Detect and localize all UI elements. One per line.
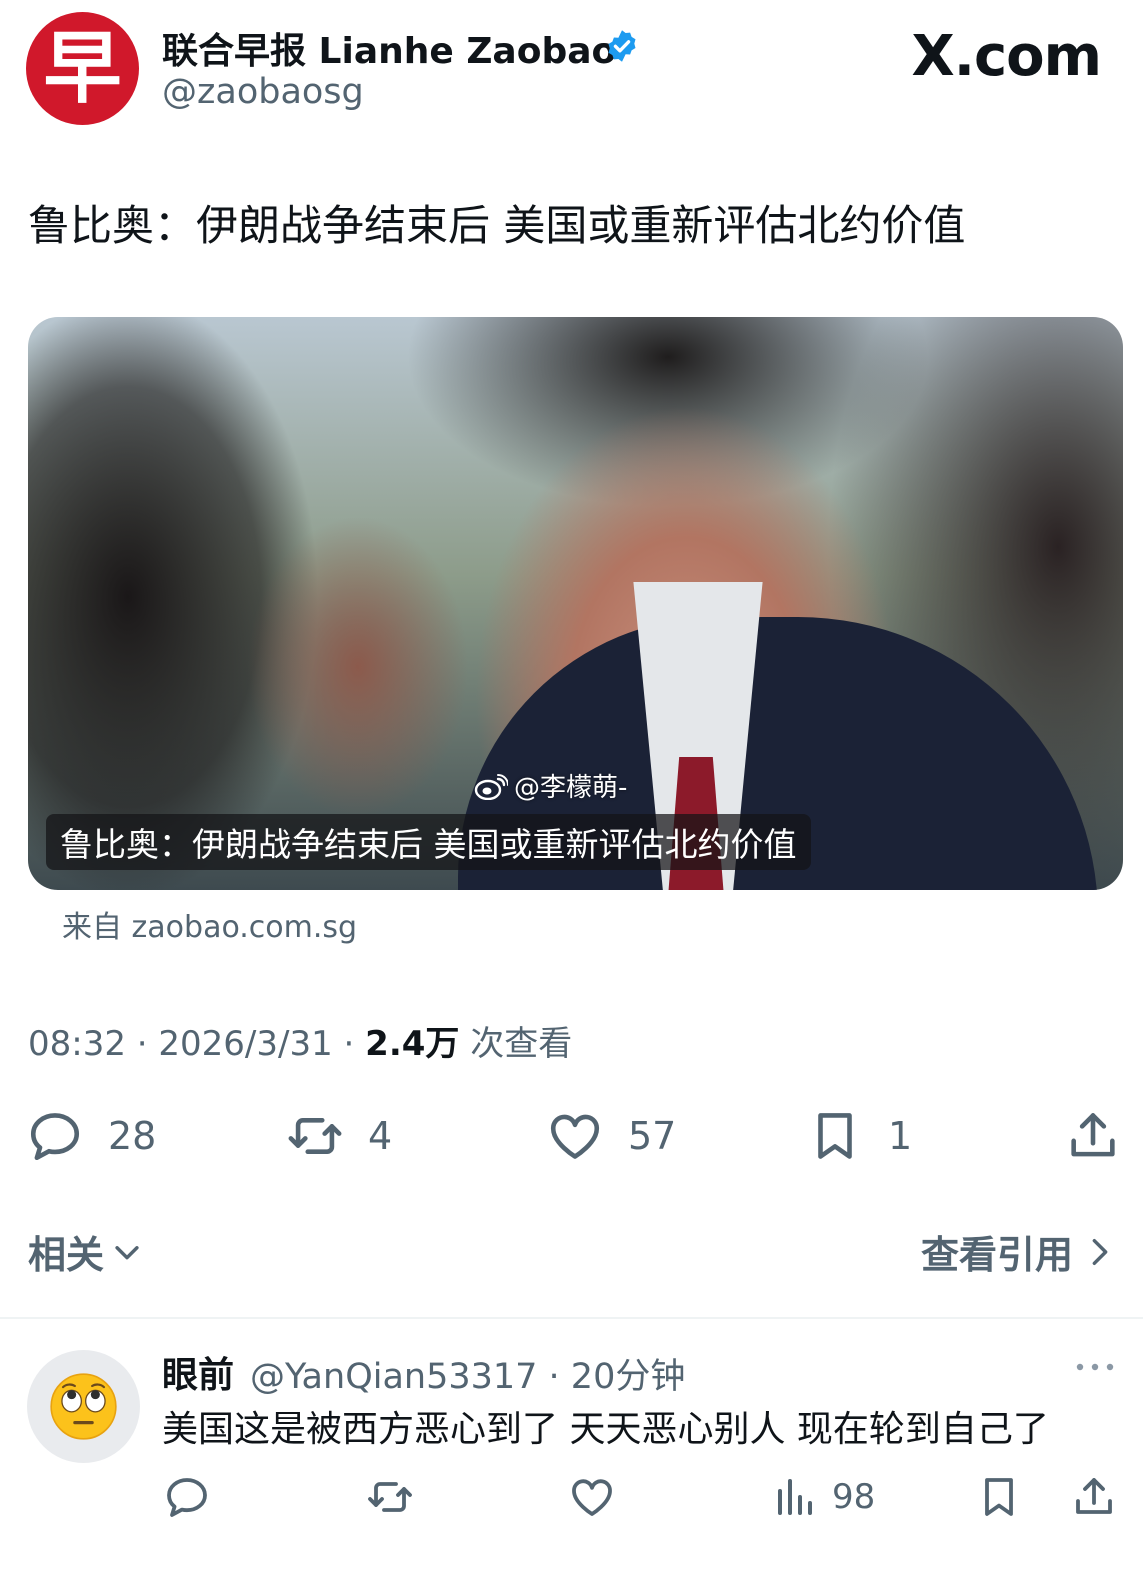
bookmark-count: 1 [888,1114,913,1158]
link-source[interactable]: 来自 zaobao.com.sg [62,902,357,946]
reply-repost-button[interactable] [366,1472,414,1522]
reply-count: 28 [108,1114,157,1158]
reply-button[interactable]: 28 [26,1106,156,1166]
more-options-icon[interactable] [1073,1352,1117,1382]
reply-handle-time[interactable]: @YanQian53317 · 20分钟 [250,1348,685,1399]
share-icon [1071,1113,1115,1157]
link-card-image[interactable]: @李檬萌- 鲁比奥：伊朗战争结束后 美国或重新评估北约价值 [28,317,1123,890]
bookmark-icon [985,1478,1013,1516]
link-card-caption: 鲁比奥：伊朗战争结束后 美国或重新评估北约价值 [46,814,811,870]
repost-count: 4 [368,1114,393,1158]
view-quotes-label: 查看引用 [920,1233,1073,1277]
repost-icon [368,1482,412,1512]
reply-avatar[interactable] [27,1350,140,1463]
view-quotes-link[interactable]: 查看引用 [921,1224,1115,1279]
like-button[interactable]: 57 [546,1106,676,1166]
related-dropdown[interactable]: 相关 [28,1224,144,1279]
reply-like-button[interactable] [568,1472,616,1522]
verified-badge-icon [608,30,636,62]
reply-bubble-icon [30,1113,80,1161]
heart-icon [550,1114,600,1159]
section-divider [0,1317,1143,1319]
bookmark-button[interactable]: 1 [806,1106,912,1166]
tweet-timestamp[interactable]: 08:32 · 2026/3/31 · [28,1024,365,1064]
rolling-eyes-emoji-icon [50,1373,117,1440]
reply-bubble-icon [167,1478,207,1517]
weibo-icon [474,774,508,800]
reply-text: 美国这是被西方恶心到了 天天恶心别人 现在轮到自己了 [162,1409,1049,1450]
reply-reply-button[interactable] [163,1472,211,1522]
share-button[interactable] [1064,1106,1122,1166]
analytics-bars-icon [778,1479,812,1515]
reply-bookmark-button[interactable] [975,1472,1023,1522]
related-label: 相关 [28,1233,105,1277]
tweet-text: 鲁比奥：伊朗战争结束后 美国或重新评估北约价值 [28,201,966,250]
watermark-text: @李檬萌- [514,773,628,803]
author-handle[interactable]: @zaobaosg [162,72,364,112]
view-label: 次查看 [459,1024,573,1064]
site-brand-logo: X.com [911,24,1102,89]
reply-view-count: 98 [832,1477,876,1517]
view-count: 2.4万 [365,1024,460,1064]
bookmark-icon [818,1113,852,1159]
author-name[interactable]: 联合早报 Lianhe Zaobao [162,22,616,74]
tweet-meta: 08:32 · 2026/3/31 · 2.4万 次查看 [28,1016,572,1065]
avatar-logo-glyph: 早 [43,23,122,114]
repost-button[interactable]: 4 [286,1106,392,1166]
reply-share-button[interactable] [1070,1472,1118,1522]
image-watermark: @李檬萌- [474,767,627,804]
chevron-down-icon [115,1245,139,1259]
reply-views-button[interactable]: 98 [772,1472,875,1522]
heart-icon [572,1479,612,1516]
repost-icon [288,1117,342,1155]
chevron-right-icon [1092,1238,1108,1265]
author-avatar[interactable]: 早 [26,12,139,125]
like-count: 57 [628,1114,677,1158]
share-icon [1076,1478,1112,1514]
reply-author-name[interactable]: 眼前 [162,1346,234,1398]
